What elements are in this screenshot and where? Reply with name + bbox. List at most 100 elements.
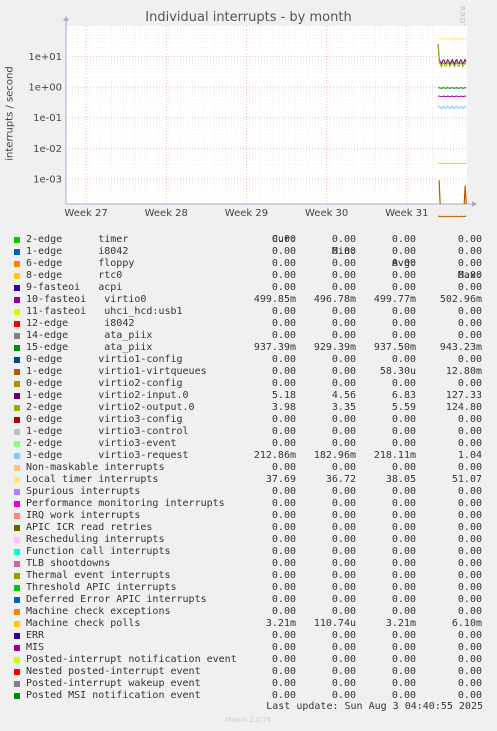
legend-max-value: 0.00 <box>457 510 482 521</box>
legend-swatch <box>14 597 20 603</box>
legend-swatch <box>14 405 20 411</box>
legend-series-name: 1-edge i8042 <box>26 246 129 257</box>
legend-max-value: 0.00 <box>457 438 482 449</box>
legend-series-name: TLB shootdowns <box>26 558 111 569</box>
legend-series-name: Posted-interrupt wakeup event <box>26 678 201 689</box>
legend-avg-value: 0.00 <box>391 558 416 569</box>
legend-swatch <box>14 549 20 555</box>
legend-swatch <box>14 477 20 483</box>
series-line <box>437 215 467 218</box>
legend-avg-value: 0.00 <box>391 642 416 653</box>
legend-max-value: 0.00 <box>457 654 482 665</box>
legend-swatch <box>14 657 20 663</box>
legend-avg-value: 0.00 <box>391 606 416 617</box>
legend-series-name: Thermal event interrupts <box>26 570 171 581</box>
legend-series-name: Performance monitoring interrupts <box>26 498 225 509</box>
legend-avg-value: 0.00 <box>391 510 416 521</box>
legend-max-value: 0.00 <box>457 558 482 569</box>
legend-series-name: ERR <box>26 630 45 641</box>
legend-avg-value: 0.00 <box>391 546 416 557</box>
legend-series-name: 2-edge timer <box>26 234 129 245</box>
legend-max-value: 0.00 <box>457 534 482 545</box>
legend-series-name: 0-edge virtio2-config <box>26 378 183 389</box>
legend-avg-value: 58.30u <box>379 366 416 377</box>
legend-avg-value: 3.21m <box>385 618 416 629</box>
legend-series-name: Deferred Error APIC interrupts <box>26 594 207 605</box>
legend-avg-value: 937.50m <box>373 342 416 353</box>
legend-series-name: Machine check exceptions <box>26 606 171 617</box>
legend-series-name: 6-edge floppy <box>26 258 135 269</box>
legend-max-value: 0.00 <box>457 498 482 509</box>
legend-series-name: APIC ICR read retries <box>26 522 153 533</box>
legend-series-name: 2-edge virtio3-event <box>26 438 177 449</box>
legend-series-name: 11-fasteoi uhci_hcd:usb1 <box>26 306 183 317</box>
legend-avg-value: 0.00 <box>391 462 416 473</box>
legend-swatch <box>14 333 20 339</box>
legend-swatch <box>14 573 20 579</box>
legend-series-name: Machine check polls <box>26 618 141 629</box>
legend-series-name: Spurious interrupts <box>26 486 141 497</box>
legend-max-value: 0.00 <box>457 306 482 317</box>
legend-swatch <box>14 321 20 327</box>
munin-footer: Munin 2.0.76 <box>225 716 272 724</box>
legend-swatch <box>14 309 20 315</box>
legend-series-name: 14-edge ata_piix <box>26 330 153 341</box>
legend-max-value: 0.00 <box>457 642 482 653</box>
legend-max-value: 0.00 <box>457 282 482 293</box>
legend-series-name: Local timer interrupts <box>26 474 159 485</box>
legend-avg-value: 0.00 <box>391 426 416 437</box>
y-tick-label: 1e+01 <box>28 52 62 63</box>
legend-series-name: 0-edge virtio1-config <box>26 354 183 365</box>
legend-series-name: MIS <box>26 642 45 653</box>
legend-avg-value: 0.00 <box>391 414 416 425</box>
legend-avg-value: 0.00 <box>391 282 416 293</box>
legend-swatch <box>14 441 20 447</box>
legend-swatch <box>14 261 20 267</box>
legend-swatch <box>14 429 20 435</box>
plot-area <box>66 26 467 204</box>
legend-max-value: 0.00 <box>457 330 482 341</box>
legend-series-name: Non-maskable interrupts <box>26 462 165 473</box>
legend-avg-value: 0.00 <box>391 330 416 341</box>
legend-avg-value: 218.11m <box>373 450 416 461</box>
legend-swatch <box>14 357 20 363</box>
legend-swatch <box>14 537 20 543</box>
legend-series-name: 10-fasteoi virtio0 <box>26 294 147 305</box>
legend-avg-value: 0.00 <box>391 498 416 509</box>
legend-header: Cur: Min: Avg: Max: <box>0 222 482 281</box>
legend-avg-value: 0.00 <box>391 570 416 581</box>
x-tick-label: Week 30 <box>305 208 348 219</box>
y-axis-arrow <box>63 16 69 21</box>
legend-avg-value: 0.00 <box>391 594 416 605</box>
legend-max-value: 127.33 <box>445 390 482 401</box>
legend-swatch <box>14 381 20 387</box>
legend-max-value: 0.00 <box>457 318 482 329</box>
legend-max-value: 0.00 <box>457 666 482 677</box>
legend-swatch <box>14 273 20 279</box>
legend-max-value: 0.00 <box>457 486 482 497</box>
legend-max-value: 12.80m <box>445 366 482 377</box>
legend-max-value: 0.00 <box>457 546 482 557</box>
legend-avg-value: 0.00 <box>391 582 416 593</box>
x-tick-label: Week 31 <box>385 208 428 219</box>
legend-max-value: 0.00 <box>457 378 482 389</box>
legend-swatch <box>14 345 20 351</box>
legend-swatch <box>14 513 20 519</box>
y-tick-label: 1e+00 <box>28 83 62 94</box>
legend-series-name: Posted-interrupt notification event <box>26 654 237 665</box>
legend-max-value: 943.23m <box>439 342 482 353</box>
last-update: Last update: Sun Aug 3 04:40:55 2025 <box>266 701 483 712</box>
legend-avg-value: 0.00 <box>391 258 416 269</box>
legend-avg-value: 0.00 <box>391 318 416 329</box>
legend-max-value: 0.00 <box>457 630 482 641</box>
legend-series-name: 12-edge i8042 <box>26 318 135 329</box>
x-tick-label: Week 28 <box>145 208 188 219</box>
legend-max-value: 0.00 <box>457 522 482 533</box>
legend-avg-value: 0.00 <box>391 630 416 641</box>
legend-series-name: Function call interrupts <box>26 546 171 557</box>
legend-series-name: Threshold APIC interrupts <box>26 582 177 593</box>
legend-max-value: 0.00 <box>457 678 482 689</box>
legend-avg-value: 5.59 <box>391 402 416 413</box>
legend-swatch <box>14 633 20 639</box>
legend-swatch <box>14 621 20 627</box>
